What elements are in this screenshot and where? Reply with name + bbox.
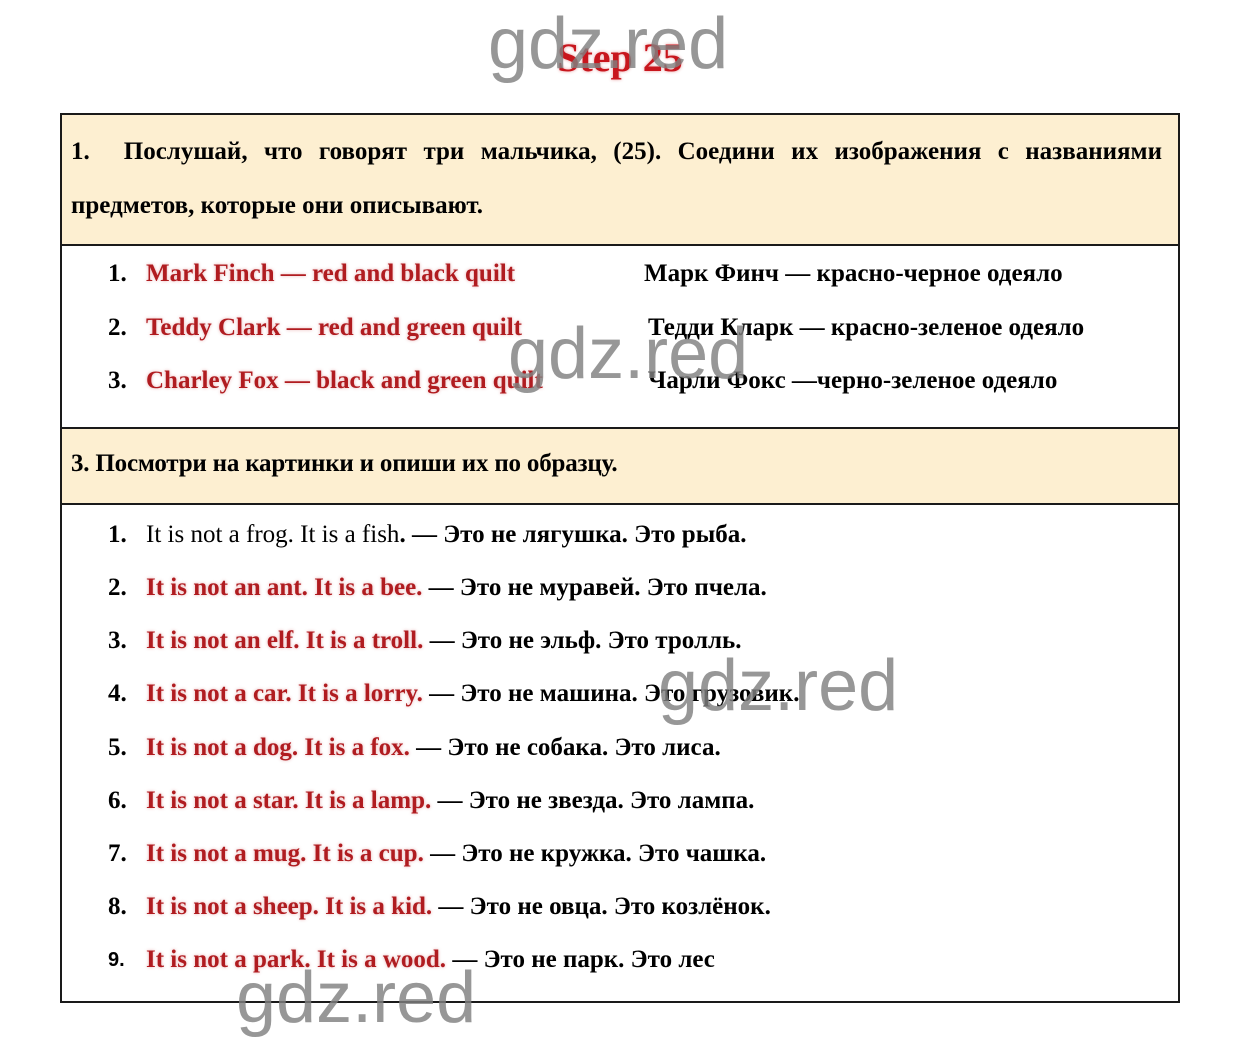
- row-number: 9.: [108, 949, 125, 971]
- separator: . —: [399, 521, 444, 548]
- task1-header: 1. Послушай, что говорят три мальчика, (2…: [62, 115, 1178, 246]
- separator: —: [446, 946, 484, 973]
- answer-english: It is not a park. It is a wood.: [146, 946, 447, 973]
- answer-russian: Это не звезда. Это лампа.: [468, 787, 755, 814]
- page-title: Step 25: [557, 35, 683, 80]
- separator: —: [422, 680, 461, 707]
- answer-english: Mark Finch — red and black quilt: [146, 260, 516, 287]
- separator: —: [432, 893, 470, 920]
- row-number: 4.: [108, 680, 127, 707]
- answer-english: Charley Fox — black and green quilt: [146, 367, 543, 394]
- task3-header: 3. Посмотри на картинки и опиши их по об…: [62, 427, 1178, 505]
- row-number: 6.: [108, 787, 127, 814]
- answer-english: It is not a star. It is a lamp.: [146, 787, 432, 814]
- answer-russian: Это не машина. Это грузовик.: [460, 680, 800, 707]
- answer-english: It is not a sheep. It is a kid.: [146, 893, 433, 920]
- answer-english: It is not an elf. It is a troll.: [146, 627, 424, 654]
- task1-instruction: 1. Послушай, что говорят три мальчика, (2…: [71, 125, 1162, 233]
- task3-instruction: 3. Посмотри на картинки и опиши их по об…: [71, 450, 618, 477]
- answer-russian: Тедди Кларк — красно-зеленое одеяло: [648, 314, 1085, 341]
- row-number: 5.: [108, 734, 127, 761]
- row-number: 2.: [108, 574, 127, 601]
- answer-russian: Это не эльф. Это тролль.: [460, 627, 742, 654]
- task1-number: 1.: [71, 138, 90, 165]
- separator: —: [431, 787, 469, 814]
- separator: —: [423, 840, 462, 867]
- answer-russian: Это не парк. Это лес: [483, 946, 715, 973]
- answer-sheet: 1. Послушай, что говорят три мальчика, (2…: [60, 113, 1180, 1003]
- row-number: 1.: [108, 260, 127, 287]
- answer-russian: Это не муравей. Это пчела.: [459, 574, 767, 601]
- answer-english: It is not an ant. It is a bee.: [146, 574, 423, 601]
- answer-english: It is not a dog. It is a fox.: [146, 734, 410, 761]
- answer-english: It is not a mug. It is a cup.: [146, 840, 424, 867]
- separator: —: [423, 627, 461, 654]
- answer-russian: Марк Финч — красно-черное одеяло: [644, 260, 1063, 287]
- separator: —: [422, 574, 460, 601]
- answer-english: It is not a car. It is a lorry.: [146, 680, 423, 707]
- row-number: 7.: [108, 840, 127, 867]
- row-number: 1.: [108, 521, 127, 548]
- answer-russian: Чарли Фокс —черно-зеленое одеяло: [648, 367, 1058, 394]
- row-number: 2.: [108, 314, 127, 341]
- answer-russian: Это не лягушка. Это рыба.: [443, 521, 747, 548]
- answer-english: Teddy Clark — red and green quilt: [146, 314, 523, 341]
- task1-instruction-text: Послушай, что говорят три мальчика, (25)…: [71, 138, 1162, 219]
- row-number: 3.: [108, 367, 127, 394]
- row-number: 8.: [108, 893, 127, 920]
- answer-russian: Это не кружка. Это чашка.: [461, 840, 767, 867]
- separator: —: [409, 734, 448, 761]
- answer-russian: Это не овца. Это козлёнок.: [469, 893, 771, 920]
- row-number: 3.: [108, 627, 127, 654]
- answer-russian: Это не собака. Это лиса.: [447, 734, 721, 761]
- sample-english: It is not a frog. It is a fish: [146, 521, 400, 548]
